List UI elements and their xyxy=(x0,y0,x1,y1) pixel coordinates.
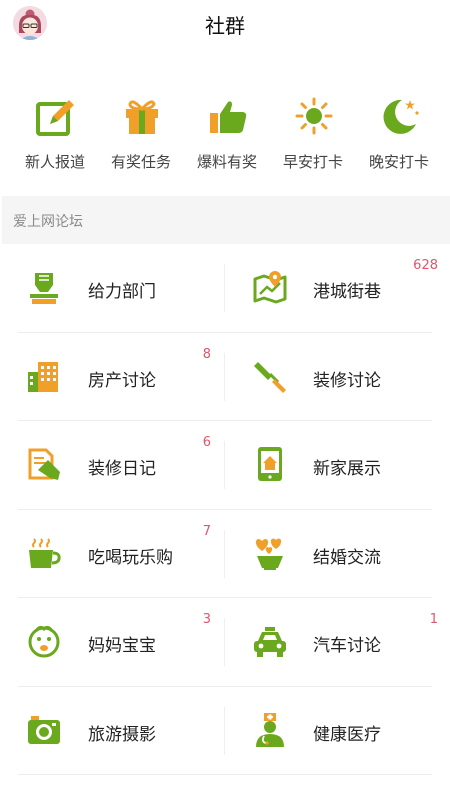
forum-item[interactable]: 妈妈宝宝 3 xyxy=(0,598,225,686)
forum-item[interactable]: 健康医疗 xyxy=(225,687,450,775)
forum-row: 装修日记 6 新家展示 xyxy=(0,421,450,510)
forum-label: 港城街巷 xyxy=(313,282,381,302)
doctor-icon xyxy=(252,712,288,748)
quick-action-morning-checkin[interactable]: 早安打卡 xyxy=(270,92,356,182)
document-pen-icon xyxy=(26,446,62,482)
gift-icon xyxy=(122,96,162,136)
thumbs-up-icon xyxy=(208,96,248,136)
unread-badge: 7 xyxy=(202,523,211,539)
building-icon xyxy=(26,358,62,394)
map-pin-icon xyxy=(252,269,288,305)
forum-item[interactable]: 吃喝玩乐购 7 xyxy=(0,510,225,598)
forum-item[interactable]: 给力部门 xyxy=(0,244,225,332)
edit-icon xyxy=(36,96,76,136)
forum-label: 装修日记 xyxy=(88,459,156,479)
forum-row: 房产讨论 8 装修讨论 xyxy=(0,333,450,421)
forum-row: 妈妈宝宝 3 汽车讨论 1 xyxy=(0,598,450,687)
forum-item[interactable]: 汽车讨论 1 xyxy=(225,598,450,686)
forum-row: 旅游摄影 健康医疗 xyxy=(0,687,450,775)
forum-item[interactable]: 旅游摄影 xyxy=(0,687,225,775)
quick-actions: 新人报道 有奖任务 爆料有奖 早安打卡 晚安打卡 xyxy=(0,92,450,182)
quick-action-tip-off[interactable]: 爆料有奖 xyxy=(184,92,270,182)
forum-label: 给力部门 xyxy=(88,282,156,302)
section-header: 爱上网论坛 xyxy=(2,196,450,244)
quick-action-newcomer[interactable]: 新人报道 xyxy=(12,92,98,182)
quick-action-label: 晚安打卡 xyxy=(368,153,429,171)
forum-row: 给力部门 港城街巷 628 xyxy=(0,244,450,333)
camera-icon xyxy=(26,712,62,748)
forum-label: 健康医疗 xyxy=(313,724,381,745)
row-divider xyxy=(18,774,432,775)
coffee-cup-icon xyxy=(26,535,62,571)
forum-label: 旅游摄影 xyxy=(88,724,156,745)
forum-label: 装修讨论 xyxy=(313,370,381,391)
fist-badge-icon xyxy=(26,269,62,305)
quick-action-label: 有奖任务 xyxy=(110,153,171,171)
hearts-cup-icon xyxy=(252,535,288,571)
unread-badge: 6 xyxy=(202,435,211,450)
moon-icon xyxy=(380,96,420,136)
quick-action-label: 早安打卡 xyxy=(282,153,343,171)
forum-label: 妈妈宝宝 xyxy=(88,636,156,656)
forum-item[interactable]: 结婚交流 xyxy=(225,510,450,598)
unread-badge: 628 xyxy=(413,258,438,273)
unread-badge: 1 xyxy=(429,612,438,627)
forum-item[interactable]: 装修讨论 xyxy=(225,333,450,421)
quick-action-night-checkin[interactable]: 晚安打卡 xyxy=(356,92,442,182)
sun-icon xyxy=(294,96,334,136)
forum-item[interactable]: 港城街巷 628 xyxy=(225,244,450,332)
quick-action-reward-task[interactable]: 有奖任务 xyxy=(98,92,184,182)
forum-label: 房产讨论 xyxy=(88,370,156,391)
forum-item[interactable]: 房产讨论 8 xyxy=(0,333,225,421)
quick-action-label: 爆料有奖 xyxy=(196,153,257,171)
forum-item[interactable]: 装修日记 6 xyxy=(0,421,225,509)
forum-item[interactable]: 新家展示 xyxy=(225,421,450,509)
paint-roller-icon xyxy=(252,358,288,394)
forum-label: 汽车讨论 xyxy=(313,636,381,656)
section-title: 爱上网论坛 xyxy=(13,214,83,230)
phone-house-icon xyxy=(252,446,288,482)
forum-label: 吃喝玩乐购 xyxy=(88,547,173,568)
unread-badge: 3 xyxy=(202,612,211,627)
app-header: 社群 xyxy=(0,0,450,52)
quick-action-label: 新人报道 xyxy=(24,153,85,171)
forum-label: 结婚交流 xyxy=(313,547,381,568)
forum-label: 新家展示 xyxy=(313,459,381,479)
forum-grid: 给力部门 港城街巷 628 房产讨论 8 装修讨论 装修日记 6 新家展示 吃喝… xyxy=(0,244,450,775)
baby-face-icon xyxy=(26,623,62,659)
car-icon xyxy=(252,623,288,659)
page-title: 社群 xyxy=(205,14,245,38)
unread-badge: 8 xyxy=(202,346,211,362)
forum-row: 吃喝玩乐购 7 结婚交流 xyxy=(0,510,450,598)
